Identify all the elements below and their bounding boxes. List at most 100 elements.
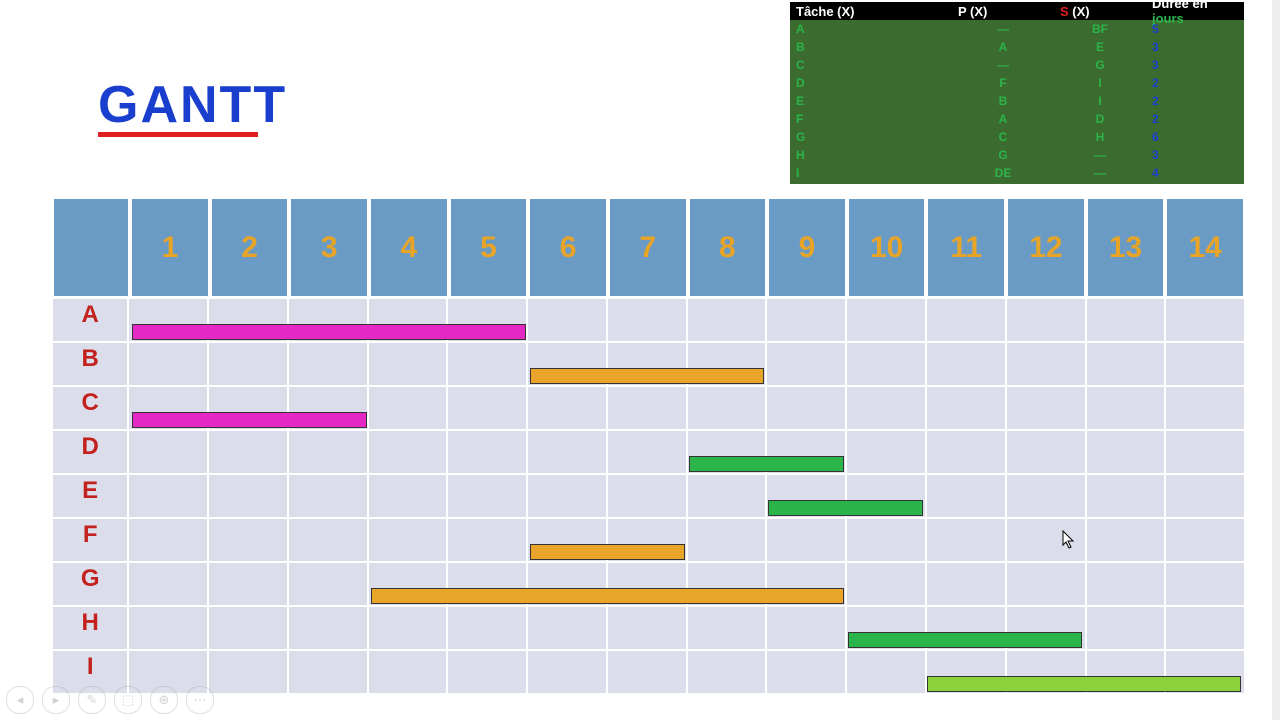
gantt-row: A [52,298,1245,342]
gantt-cell [288,562,368,606]
gantt-cell [766,518,846,562]
day-header: 8 [688,197,768,298]
gantt-cell [527,430,607,474]
gantt-cell [607,298,687,342]
gantt-cell [607,474,687,518]
task-label: D [52,430,128,474]
title-underline [98,132,258,137]
gantt-cell [1006,386,1086,430]
task-label: H [52,606,128,650]
gantt-cell [527,386,607,430]
task-bar [371,588,844,604]
gantt-cell [208,650,288,694]
gantt-cell [288,606,368,650]
gantt-cell [447,430,527,474]
dep-table-header: Tâche (X) P (X) S (X) Durée en jours [790,2,1244,20]
gantt-row: G [52,562,1245,606]
toolbar-icon[interactable]: ⬚ [114,686,142,714]
day-header: 14 [1165,197,1245,298]
page-title: GANTT [98,75,287,135]
gantt-cell [368,342,448,386]
gantt-cell [368,430,448,474]
gantt-cell [128,430,208,474]
gantt-cell [1086,342,1166,386]
gantt-cell [926,518,1006,562]
gantt-cell [1006,430,1086,474]
gantt-cell [926,430,1006,474]
presentation-toolbar: ◂ ▸ ✎ ⬚ ⊕ ⋯ [6,686,214,714]
gantt-cell [1086,386,1166,430]
gantt-cell [128,518,208,562]
gantt-cell [128,606,208,650]
gantt-cell [1086,562,1166,606]
gantt-cell [1006,298,1086,342]
gantt-cell [846,298,926,342]
gantt-cell [1086,518,1166,562]
gantt-cell [368,650,448,694]
task-label: A [52,298,128,342]
task-bar [927,676,1241,692]
day-header: 9 [767,197,847,298]
toolbar-icon[interactable]: ✎ [78,686,106,714]
toolbar-icon[interactable]: ▸ [42,686,70,714]
gantt-cell [527,606,607,650]
gantt-cell [368,474,448,518]
gantt-cell [1165,386,1245,430]
dep-row: GCH6 [790,128,1244,146]
gantt-cell [1165,430,1245,474]
gantt-cell [766,650,846,694]
gantt-cell [368,518,448,562]
dep-row: HG—3 [790,146,1244,164]
day-header: 10 [847,197,927,298]
dep-row: BAE3 [790,38,1244,56]
gantt-row: F [52,518,1245,562]
toolbar-icon[interactable]: ◂ [6,686,34,714]
gantt-cell [846,562,926,606]
col-successor: S (X) [1054,3,1146,20]
gantt-cell [766,386,846,430]
gantt-cell [447,474,527,518]
task-bar [132,412,367,428]
day-header: 7 [608,197,688,298]
day-header: 4 [369,197,449,298]
gantt-cell [926,562,1006,606]
gantt-cell [128,342,208,386]
gantt-cell [1165,606,1245,650]
gantt-cell [926,298,1006,342]
gantt-cell [687,650,767,694]
gantt-cell [208,430,288,474]
gantt-chart: 1234567891011121314 ABCDEFGHI [52,197,1245,695]
gantt-cell [1086,430,1166,474]
gantt-cell [846,342,926,386]
gantt-cell [128,474,208,518]
day-header: 3 [289,197,369,298]
vertical-scrollbar[interactable] [1272,0,1280,720]
col-task: Tâche (X) [790,3,952,20]
gantt-cell [1006,474,1086,518]
gantt-cell [208,474,288,518]
gantt-cell [447,342,527,386]
gantt-cell [368,386,448,430]
gantt-cell [1165,298,1245,342]
gantt-row: H [52,606,1245,650]
task-bar [689,456,844,472]
dep-row: IDE—4 [790,164,1244,182]
gantt-cell [527,298,607,342]
gantt-cell [208,342,288,386]
gantt-cell [687,474,767,518]
gantt-row: E [52,474,1245,518]
gantt-cell [607,430,687,474]
gantt-cell [1006,342,1086,386]
gantt-cell [846,518,926,562]
toolbar-icon[interactable]: ⋯ [186,686,214,714]
day-header: 12 [1006,197,1086,298]
gantt-row: I [52,650,1245,694]
gantt-cell [687,298,767,342]
toolbar-icon[interactable]: ⊕ [150,686,178,714]
task-label: G [52,562,128,606]
day-header: 2 [210,197,290,298]
dep-row: DFI2 [790,74,1244,92]
day-header: 13 [1086,197,1166,298]
day-header: 5 [449,197,529,298]
dep-row: A—BF5 [790,20,1244,38]
